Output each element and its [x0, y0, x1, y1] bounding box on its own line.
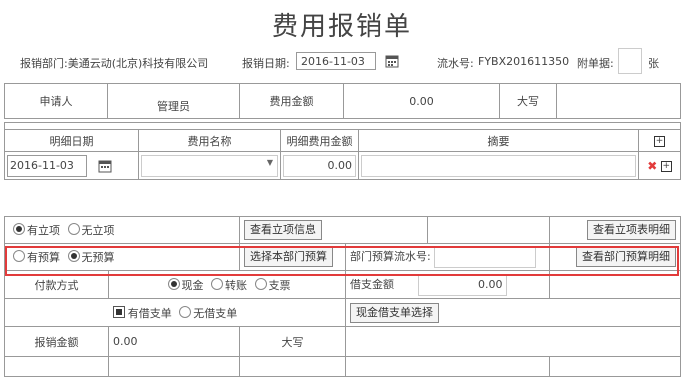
detail-table: 明细日期 费用名称 明细费用金额 摘要 + 2016-11-03 ▼ 0.00 — [4, 122, 681, 180]
summary-table: 申请人 管理员 费用金额 0.00 大写 — [4, 83, 681, 119]
col-summary-header: 摘要 — [358, 129, 639, 152]
applicant-value: 管理员 — [107, 83, 240, 119]
applicant-label: 申请人 — [4, 83, 108, 119]
date-label: 报销日期: — [242, 57, 290, 70]
capital-value — [556, 83, 681, 119]
payment-options-cell: 现金 转账 支票 — [108, 270, 346, 299]
borrow-empty-cell — [549, 270, 681, 299]
col-name-header: 费用名称 — [138, 129, 281, 152]
attach-label: 附单据: — [577, 57, 614, 70]
row-date-cell: 2016-11-03 — [4, 151, 139, 180]
budget-serial-cell: 部门预算流水号: — [345, 243, 550, 271]
payment-check-label: 支票 — [268, 278, 291, 292]
chevron-down-icon: ▼ — [266, 157, 273, 167]
payment-check-radio[interactable] — [254, 277, 267, 290]
row-amount-input[interactable]: 0.00 — [283, 154, 356, 177]
project-input-cell — [427, 216, 550, 244]
budget-no-label: 无预算 — [81, 251, 115, 264]
project-info-cell: 查看立项信息 — [239, 216, 428, 244]
detail-top-spacer — [4, 122, 681, 130]
dept-label: 报销部门:美通云动(北京)科技有限公司 — [20, 57, 209, 70]
table-row: 2016-11-03 ▼ 0.00 ✖ + — [4, 151, 681, 180]
payment-cash-label: 现金 — [181, 278, 204, 292]
project-detail-cell: 查看立项表明细 — [549, 216, 681, 244]
payment-transfer-label: 转账 — [225, 278, 247, 292]
view-project-info-button[interactable]: 查看立项信息 — [244, 220, 322, 240]
row-action-cell: ✖ + — [638, 151, 681, 180]
capital-label: 大写 — [499, 83, 557, 119]
budget-options-cell: 有预算 无预算 — [4, 243, 240, 271]
select-dept-budget-button[interactable]: 选择本部门预算 — [244, 247, 333, 267]
row-summary-cell — [358, 151, 639, 180]
budget-serial-label: 部门预算流水号: — [350, 250, 431, 263]
budget-view-cell: 查看部门预算明细 — [549, 243, 681, 271]
budget-serial-input[interactable] — [434, 246, 537, 268]
project-no-label: 无立项 — [81, 224, 115, 237]
row-summary-input[interactable] — [361, 154, 636, 177]
plus-box-icon[interactable]: + — [654, 135, 665, 147]
budget-yes-label: 有预算 — [27, 251, 60, 264]
serial-value: FYBX201611350 — [478, 55, 570, 68]
loan-select-cell: 现金借支单选择 — [345, 298, 681, 327]
reimburse-capital-value — [345, 326, 681, 357]
loan-yes-radio[interactable] — [112, 305, 125, 318]
row-date-input[interactable]: 2016-11-03 — [7, 154, 87, 177]
borrow-amount-input[interactable]: 0.00 — [417, 273, 507, 296]
loan-no-radio[interactable] — [179, 305, 192, 318]
project-no-radio[interactable] — [67, 223, 80, 235]
col-date-header: 明细日期 — [4, 129, 139, 152]
bottom-cell-2 — [108, 356, 240, 377]
serial-label: 流水号: — [437, 57, 474, 70]
calendar-icon[interactable] — [384, 53, 400, 69]
plus-box-icon[interactable]: + — [660, 161, 672, 172]
red-x-icon[interactable]: ✖ — [647, 159, 657, 173]
payment-transfer-radio[interactable] — [211, 277, 223, 290]
payment-cash-radio[interactable] — [167, 277, 180, 290]
select-cash-loan-button[interactable]: 现金借支单选择 — [350, 302, 439, 323]
options-table: 有立项 无立项 查看立项信息 查看立项表明细 有预算 无预算 选择本部门预算 部… — [4, 216, 681, 377]
calendar-icon[interactable] — [97, 158, 113, 174]
payment-label: 付款方式 — [4, 270, 109, 299]
bottom-cell-5 — [549, 356, 681, 377]
bottom-cell-3 — [239, 356, 346, 377]
attach-unit: 张 — [648, 57, 659, 70]
project-yes-radio[interactable] — [13, 223, 25, 235]
budget-yes-radio[interactable] — [13, 250, 25, 262]
col-amount-header: 明细费用金额 — [280, 129, 359, 152]
total-value: 0.00 — [343, 83, 500, 119]
budget-select-cell: 选择本部门预算 — [239, 243, 346, 271]
form-meta: 报销部门:美通云动(北京)科技有限公司 报销日期: 2016-11-03 流水号… — [20, 48, 670, 74]
bottom-cell-1 — [4, 356, 109, 377]
row-name-cell: ▼ — [138, 151, 281, 180]
view-dept-budget-button[interactable]: 查看部门预算明细 — [576, 247, 676, 267]
loan-no-label: 无借支单 — [193, 306, 238, 320]
attach-count-input[interactable] — [618, 48, 642, 74]
view-project-detail-button[interactable]: 查看立项表明细 — [587, 220, 676, 240]
reimburse-value: 0.00 — [108, 326, 240, 357]
loan-yes-label: 有借支单 — [127, 306, 172, 320]
date-input[interactable]: 2016-11-03 — [296, 52, 376, 70]
borrow-cell: 借支金额 0.00 — [345, 270, 550, 299]
budget-no-radio[interactable] — [67, 250, 80, 262]
page-title: 费用报销单 — [271, 12, 412, 42]
project-options-cell: 有立项 无立项 — [4, 216, 240, 244]
bottom-cell-4 — [345, 356, 550, 377]
reimburse-capital-label: 大写 — [239, 326, 346, 357]
loan-options-cell: 有借支单 无借支单 — [4, 298, 346, 327]
project-yes-label: 有立项 — [27, 224, 60, 237]
total-label: 费用金额 — [239, 83, 344, 119]
add-row-cell: + — [638, 129, 681, 152]
reimburse-label: 报销金额 — [4, 326, 109, 357]
row-amount-cell: 0.00 — [280, 151, 359, 180]
expense-name-select[interactable]: ▼ — [141, 154, 278, 177]
borrow-label: 借支金额 — [350, 277, 394, 291]
